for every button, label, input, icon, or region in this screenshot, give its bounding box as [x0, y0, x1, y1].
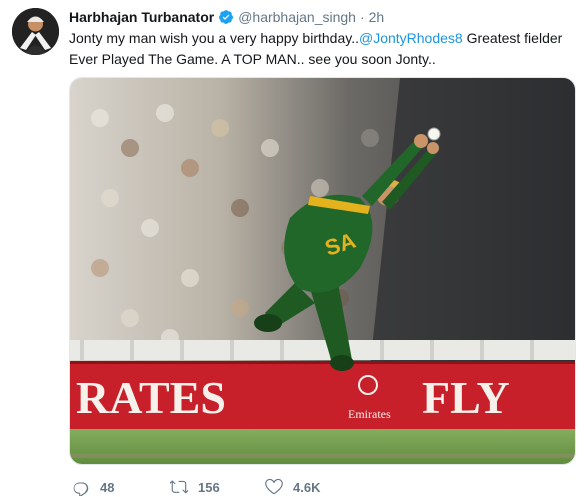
avatar[interactable] [12, 8, 59, 55]
heart-icon [265, 478, 283, 495]
retweet-button[interactable]: 156 [170, 478, 265, 496]
reply-count: 48 [100, 479, 115, 495]
like-count: 4.6K [293, 479, 321, 495]
separator-dot: · [359, 9, 365, 25]
timestamp[interactable]: 2h [369, 8, 385, 26]
tweet-photo[interactable]: RATES Emirates FLY SA [69, 77, 576, 465]
tweet-text-start: Jonty my man wish you a very happy birth… [69, 30, 359, 46]
banner-text-right: FLY [422, 372, 510, 423]
display-name[interactable]: Harbhajan Turbanator [69, 8, 214, 26]
like-button[interactable]: 4.6K [265, 478, 365, 496]
banner-text-left: RATES [76, 372, 226, 423]
retweet-count: 156 [198, 479, 220, 495]
tweet-text: Jonty my man wish you a very happy birth… [69, 28, 574, 70]
reply-button[interactable]: 48 [72, 478, 170, 496]
tweet-header: Harbhajan Turbanator @harbhajan_singh · … [69, 8, 384, 26]
retweet-icon [170, 480, 188, 494]
tweet-actions: 48 156 4.6K [72, 478, 365, 496]
user-handle[interactable]: @harbhajan_singh [238, 8, 356, 26]
verified-badge-icon [218, 9, 234, 25]
tweet-card[interactable]: Harbhajan Turbanator @harbhajan_singh · … [0, 0, 586, 497]
mention-link[interactable]: @JontyRhodes8 [359, 30, 463, 46]
cricket-catch-photo: RATES Emirates FLY SA [70, 78, 575, 464]
avatar-image [12, 8, 59, 55]
banner-logo-text: Emirates [348, 407, 391, 421]
comment-icon [73, 482, 89, 496]
